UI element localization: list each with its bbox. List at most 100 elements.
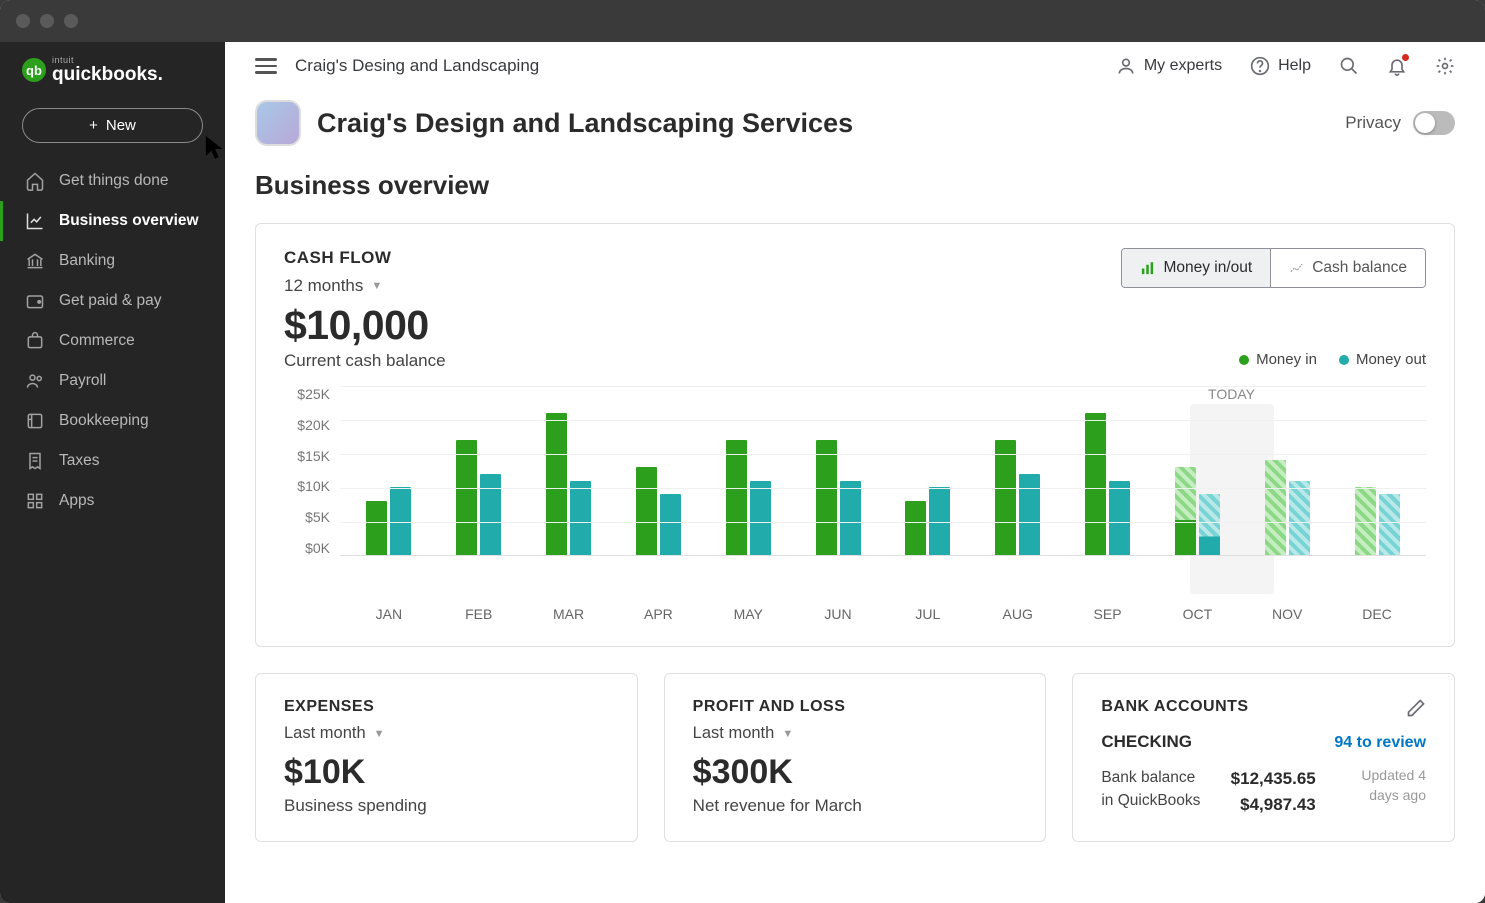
sidebar-item-apps[interactable]: Apps — [0, 481, 225, 521]
help-icon — [1250, 56, 1270, 76]
expenses-card: EXPENSES Last month ▼ $10K Business spen… — [255, 673, 638, 842]
x-tick: DEC — [1342, 606, 1412, 622]
x-tick: MAY — [713, 606, 783, 622]
pnl-period-dropdown[interactable]: Last month ▼ — [693, 724, 1018, 743]
expenses-amount: $10K — [284, 753, 609, 792]
x-tick: AUG — [983, 606, 1053, 622]
bank-balance-value: $12,435.65 — [1231, 766, 1316, 792]
my-experts-button[interactable]: My experts — [1116, 56, 1222, 76]
new-button-label: New — [106, 117, 136, 134]
tab-inout-label: Money in/out — [1163, 259, 1252, 277]
pencil-icon[interactable] — [1406, 698, 1426, 718]
tab-money-inout[interactable]: Money in/out — [1122, 249, 1271, 287]
cashflow-period-dropdown[interactable]: 12 months ▼ — [284, 276, 391, 296]
x-tick: OCT — [1162, 606, 1232, 622]
chart-month-oct[interactable] — [1162, 386, 1232, 555]
people-icon — [25, 371, 45, 391]
sidebar-item-get-paid-pay[interactable]: Get paid & pay — [0, 281, 225, 321]
gear-icon[interactable] — [1435, 56, 1455, 76]
expenses-period-label: Last month — [284, 724, 366, 743]
x-tick: SEP — [1073, 606, 1143, 622]
chart-month-jan[interactable] — [354, 386, 424, 555]
x-tick: JAN — [354, 606, 424, 622]
search-icon[interactable] — [1339, 56, 1359, 76]
brand-quickbooks: quickbooks. — [52, 65, 163, 84]
sidebar-item-label: Payroll — [59, 372, 106, 390]
section-title: Business overview — [255, 170, 1455, 201]
sidebar-item-commerce[interactable]: Commerce — [0, 321, 225, 361]
cashflow-chart: TODAY $25K$20K$15K$10K$5K$0K JANFEBMARAP… — [284, 386, 1426, 622]
help-button[interactable]: Help — [1250, 56, 1311, 76]
chart-month-jul[interactable] — [893, 386, 963, 555]
x-tick: NOV — [1252, 606, 1322, 622]
sidebar-item-taxes[interactable]: Taxes — [0, 441, 225, 481]
chart-month-sep[interactable] — [1073, 386, 1143, 555]
cart-icon — [25, 331, 45, 351]
home-icon — [25, 171, 45, 191]
privacy-label: Privacy — [1345, 113, 1401, 133]
chart-month-feb[interactable] — [444, 386, 514, 555]
pnl-title: PROFIT AND LOSS — [693, 698, 1018, 716]
book-icon — [25, 411, 45, 431]
legend-in-label: Money in — [1256, 351, 1317, 368]
tab-cash-balance[interactable]: Cash balance — [1271, 249, 1425, 287]
chart-month-nov[interactable] — [1252, 386, 1322, 555]
caret-down-icon: ▼ — [374, 728, 385, 740]
expenses-period-dropdown[interactable]: Last month ▼ — [284, 724, 609, 743]
sidebar-item-payroll[interactable]: Payroll — [0, 361, 225, 401]
bank-updated-label: Updated 4 days ago — [1346, 766, 1426, 817]
bank-qb-value: $4,987.43 — [1231, 792, 1316, 818]
traffic-light-max[interactable] — [64, 14, 78, 28]
sidebar-item-business-overview[interactable]: Business overview — [0, 201, 225, 241]
expenses-title: EXPENSES — [284, 698, 609, 716]
chart-month-mar[interactable] — [534, 386, 604, 555]
topbar: Craig's Desing and Landscaping My expert… — [225, 42, 1485, 90]
help-label: Help — [1278, 57, 1311, 75]
x-tick: MAR — [534, 606, 604, 622]
qb-logo-icon: qb — [22, 58, 46, 82]
sidebar-item-label: Get paid & pay — [59, 292, 162, 310]
bank-review-link[interactable]: 94 to review — [1334, 734, 1426, 752]
bank-card: BANK ACCOUNTS CHECKING 94 to review Bank… — [1072, 673, 1455, 842]
cashflow-period-label: 12 months — [284, 276, 363, 296]
tab-balance-label: Cash balance — [1312, 259, 1407, 277]
wallet-icon — [25, 291, 45, 311]
company-title: Craig's Design and Landscaping Services — [317, 108, 853, 139]
chart-month-dec[interactable] — [1342, 386, 1412, 555]
chart-month-apr[interactable] — [623, 386, 693, 555]
sidebar-item-banking[interactable]: Banking — [0, 241, 225, 281]
chart-month-aug[interactable] — [983, 386, 1053, 555]
sidebar: qb intuit quickbooks. + New Get things d… — [0, 42, 225, 903]
sidebar-item-label: Banking — [59, 252, 115, 270]
bank-qb-label: in QuickBooks — [1101, 789, 1200, 812]
apps-icon — [25, 491, 45, 511]
sidebar-item-label: Business overview — [59, 212, 199, 230]
notifications-button[interactable] — [1387, 56, 1407, 76]
company-name-top: Craig's Desing and Landscaping — [295, 56, 539, 76]
receipt-icon — [25, 451, 45, 471]
bars-icon — [1140, 261, 1155, 276]
chart-icon — [25, 211, 45, 231]
x-tick: FEB — [444, 606, 514, 622]
plus-icon: + — [89, 117, 98, 134]
sidebar-item-get-things-done[interactable]: Get things done — [0, 161, 225, 201]
pnl-period-label: Last month — [693, 724, 775, 743]
x-tick: JUN — [803, 606, 873, 622]
expenses-label: Business spending — [284, 796, 609, 816]
legend-out-label: Money out — [1356, 351, 1426, 368]
chart-month-jun[interactable] — [803, 386, 873, 555]
legend-in-dot-icon — [1239, 355, 1249, 365]
privacy-toggle[interactable] — [1413, 111, 1455, 135]
bank-title: BANK ACCOUNTS — [1101, 698, 1248, 716]
traffic-light-close[interactable] — [16, 14, 30, 28]
chart-month-may[interactable] — [713, 386, 783, 555]
brand-logo: qb intuit quickbooks. — [0, 56, 225, 102]
new-button[interactable]: + New — [22, 108, 203, 143]
traffic-light-min[interactable] — [40, 14, 54, 28]
sidebar-item-bookkeeping[interactable]: Bookkeeping — [0, 401, 225, 441]
x-tick: JUL — [893, 606, 963, 622]
hamburger-icon[interactable] — [255, 58, 277, 74]
x-tick: APR — [623, 606, 693, 622]
caret-down-icon: ▼ — [782, 728, 793, 740]
sidebar-item-label: Apps — [59, 492, 94, 510]
